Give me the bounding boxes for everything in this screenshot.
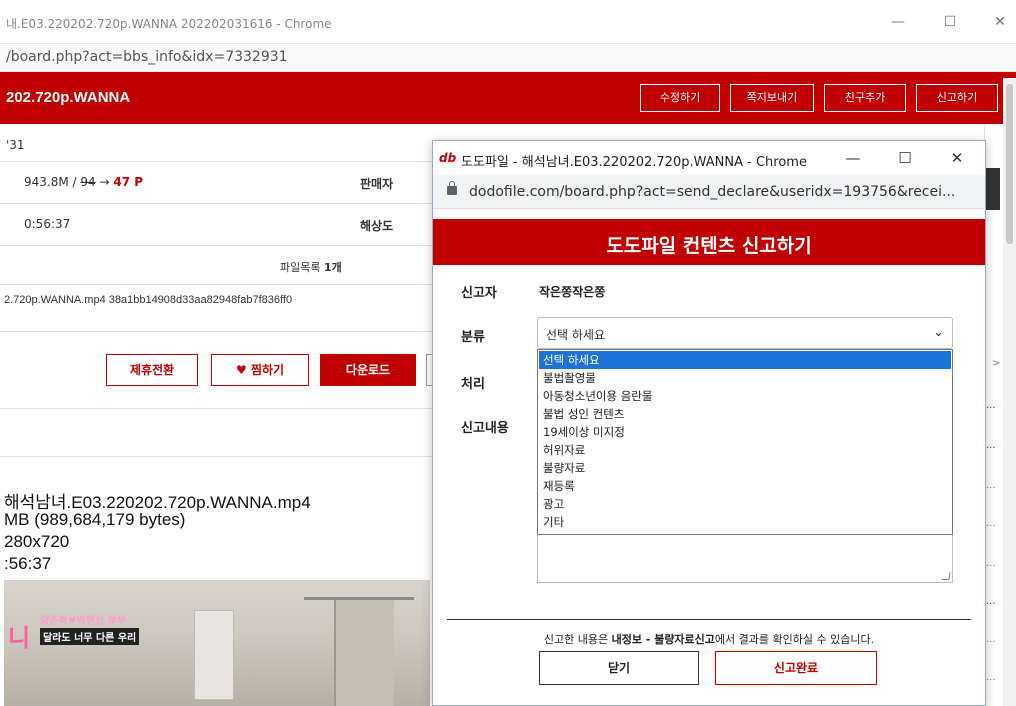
category-option[interactable]: 선택 하세요: [539, 351, 951, 369]
back-address-bar[interactable]: /board.php?act=bbs_info&idx=7332931: [0, 44, 1016, 72]
divider: [0, 408, 440, 409]
thumbnail-caption-2: 달라도 너무 다른 우리: [40, 628, 140, 645]
sidebar-item[interactable]: ...: [986, 558, 996, 569]
thumbnail-shelf: [194, 610, 234, 700]
category-option[interactable]: 19세이상 미지정: [539, 423, 951, 441]
category-option[interactable]: 불법촬영물: [539, 369, 951, 387]
report-note: 신고한 내용은 내정보 - 불량자료신고에서 결과를 확인하실 수 있습니다.: [543, 633, 875, 646]
category-select-value: 선택 하세요: [546, 328, 606, 342]
popup-maximize-button[interactable]: ☐: [883, 145, 927, 171]
popup-title: 도도파일 - 해석남녀.E03.220202.720p.WANNA - Chro…: [461, 155, 807, 170]
category-option[interactable]: 기타: [539, 513, 951, 531]
file-list-label: 파일목록 1개: [280, 261, 342, 274]
file-line: 2.720p.WANNA.mp4 38a1bb14908d33aa82948fa…: [4, 294, 293, 306]
back-url: /board.php?act=bbs_info&idx=7332931: [6, 49, 288, 65]
dodofile-logo-icon: db: [439, 151, 457, 165]
sidebar-item[interactable]: ...: [986, 672, 996, 683]
sidebar-item[interactable]: ...: [986, 518, 996, 529]
detail-size: MB (989,684,179 bytes): [4, 510, 186, 529]
popup-titlebar: db 도도파일 - 해석남녀.E03.220202.720p.WANNA - C…: [433, 141, 985, 175]
thumbnail-lamp: [304, 580, 414, 600]
resize-grip-icon[interactable]: [941, 572, 951, 580]
video-thumbnail: 니 양준혁♥박현선 부부 달라도 너무 다른 우리: [4, 580, 430, 706]
right-sidebar-dark-block: [984, 168, 1000, 210]
category-dropdown[interactable]: 선택 하세요 불법촬영물 아동청소년이용 음란물 불법 성인 컨텐츠 19세이상…: [537, 349, 953, 535]
category-select[interactable]: 선택 하세요 ⌄: [537, 317, 953, 349]
report-header: 도도파일 컨텐츠 신고하기: [433, 219, 985, 265]
popup-minimize-button[interactable]: —: [831, 145, 875, 171]
close-button[interactable]: ✕: [980, 8, 1016, 36]
page-scrollbar-thumb[interactable]: [1006, 84, 1013, 244]
close-popup-button[interactable]: 닫기: [539, 651, 699, 685]
resolution-label: 해상도: [360, 219, 394, 233]
send-message-button[interactable]: 쪽지보내기: [730, 84, 814, 112]
category-option[interactable]: 허위자료: [539, 441, 951, 459]
back-window-title: 내.E03.220202.720p.WANNA 202202031616 - C…: [6, 17, 332, 31]
sidebar-next[interactable]: >: [992, 358, 1000, 369]
info-row-time: 0:56:37 해상도: [0, 203, 440, 243]
report-popup-window: db 도도파일 - 해석남녀.E03.220202.720p.WANNA - C…: [432, 140, 986, 706]
sidebar-item[interactable]: ...: [986, 596, 996, 607]
thumbnail-caption-1: 양준혁♥박현선 부부: [40, 616, 127, 627]
minimize-button[interactable]: —: [878, 8, 918, 36]
divider: [447, 619, 971, 620]
back-window-titlebar: 내.E03.220202.720p.WANNA 202202031616 - C…: [0, 0, 1016, 44]
detail-resolution: 280x720: [4, 532, 70, 551]
thumbnail-door: [334, 600, 394, 706]
category-option[interactable]: 아동청소년이용 음란물: [539, 387, 951, 405]
post-header: 202.720p.WANNA 수정하기 쪽지보내기 친구추가 신고하기: [0, 72, 1016, 124]
chevron-down-icon: ⌄: [933, 325, 944, 340]
category-option[interactable]: 재등록: [539, 477, 951, 495]
category-option[interactable]: 광고: [539, 495, 951, 513]
partner-switch-button[interactable]: 제휴전환: [106, 354, 198, 386]
like-button[interactable]: ♥ 찜하기: [211, 354, 309, 386]
category-option[interactable]: 불량자료: [539, 459, 951, 477]
thumbnail-logo-letter: 니: [8, 624, 31, 652]
category-label: 분류: [461, 330, 485, 345]
process-label: 처리: [461, 377, 485, 392]
size-price: 943.8M / 94 → 47 P: [24, 175, 144, 189]
report-heading: 도도파일 컨텐츠 신고하기: [606, 235, 812, 257]
play-time: 0:56:37: [24, 217, 71, 231]
download-button[interactable]: 다운로드: [320, 354, 416, 386]
seller-label: 판매자: [360, 177, 394, 191]
reporter-value: 작은쫑작은쫑: [539, 285, 606, 299]
file-list-header: 파일목록 1개: [0, 245, 440, 285]
divider: [0, 331, 440, 332]
content-label: 신고내용: [461, 421, 509, 436]
post-code: '31: [6, 138, 25, 152]
add-friend-button[interactable]: 친구추가: [824, 84, 906, 112]
report-button[interactable]: 신고하기: [916, 84, 998, 112]
sidebar-item[interactable]: ...: [986, 480, 996, 491]
maximize-button[interactable]: ☐: [930, 8, 970, 36]
detail-duration: :56:37: [4, 554, 52, 573]
edit-button[interactable]: 수정하기: [640, 84, 720, 112]
sidebar-item[interactable]: ...: [986, 400, 996, 411]
lock-icon: [447, 181, 457, 195]
post-title: 202.720p.WANNA: [6, 89, 131, 106]
popup-url: dodofile.com/board.php?act=send_declare&…: [469, 184, 956, 200]
divider: [0, 456, 440, 457]
sidebar-item[interactable]: ...: [986, 634, 996, 645]
popup-address-bar[interactable]: dodofile.com/board.php?act=send_declare&…: [433, 175, 985, 209]
category-option[interactable]: 불법 성인 컨텐츠: [539, 405, 951, 423]
info-row-price: 943.8M / 94 → 47 P 판매자: [0, 161, 440, 201]
reporter-label: 신고자: [461, 286, 497, 301]
popup-close-button[interactable]: ✕: [935, 145, 979, 171]
submit-report-button[interactable]: 신고완료: [715, 651, 877, 685]
sidebar-item[interactable]: ...: [986, 440, 996, 451]
